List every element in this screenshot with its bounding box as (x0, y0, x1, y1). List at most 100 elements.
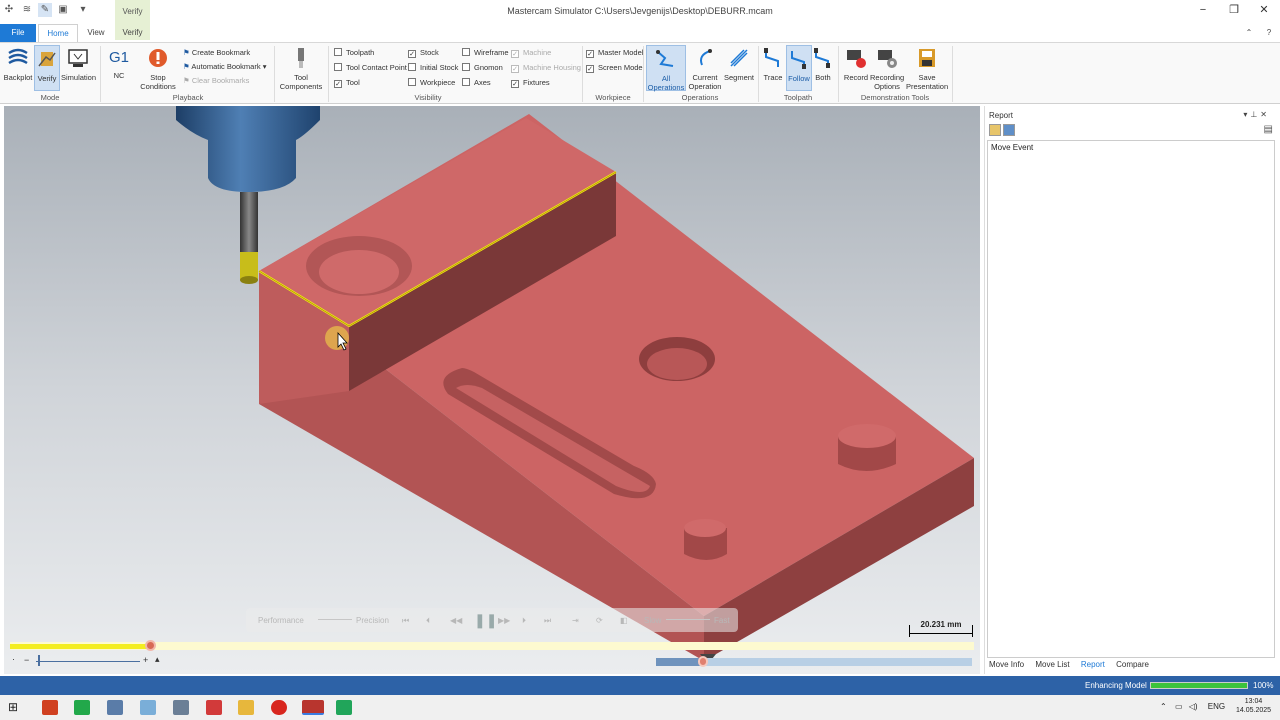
tab-move-info[interactable]: Move Info (989, 660, 1024, 669)
recording-options-button[interactable]: Recording Options (870, 47, 904, 91)
follow-icon (791, 51, 806, 69)
both-button[interactable]: Both (812, 47, 834, 82)
tab-view[interactable]: View (80, 24, 112, 42)
create-bookmark-button[interactable]: ⚑ Create Bookmark (183, 46, 250, 59)
zoom-thumb[interactable] (38, 655, 40, 666)
close-button[interactable]: ✕ (1249, 2, 1279, 18)
visibility-checkbox-tool[interactable]: ✓ Tool (334, 76, 360, 89)
language-indicator[interactable]: ENG (1208, 702, 1225, 711)
trace-button[interactable]: Trace (761, 47, 785, 82)
zoom-plus[interactable]: + (143, 655, 148, 665)
app-icon[interactable] (173, 700, 189, 715)
visibility-checkbox-initial-stock[interactable]: Initial Stock (408, 61, 458, 74)
master-model-checkbox[interactable]: ✓ Master Model (586, 46, 643, 59)
simulation-viewport[interactable]: Performance Precision ⏮ ⏴ ◀◀ ❚❚ ▶▶ ⏵ ⏭ ⇥… (4, 106, 980, 674)
zoom-out-icon[interactable]: · (12, 654, 15, 664)
current-operation-button[interactable]: Current Operation (687, 47, 723, 91)
tab-compare[interactable]: Compare (1116, 660, 1149, 669)
range-fill (656, 658, 704, 666)
play-back-icon[interactable]: ◀◀ (450, 616, 462, 625)
progress-thumb[interactable] (144, 640, 156, 651)
maximize-button[interactable]: ❐ (1219, 2, 1249, 18)
opera-icon[interactable] (271, 700, 287, 715)
tab-verify[interactable]: Verify (115, 24, 150, 42)
calculator-icon[interactable] (107, 700, 123, 715)
visibility-checkbox-gnomon[interactable]: Gnomon (462, 61, 503, 74)
minimize-button[interactable]: − (1188, 2, 1218, 18)
divider (100, 46, 101, 102)
play-icon[interactable]: ▶▶ (498, 616, 510, 625)
app-icon[interactable] (42, 700, 58, 715)
step-op-icon[interactable]: ⇥ (572, 616, 579, 625)
step-back-icon[interactable]: ⏴ (426, 616, 430, 626)
clock[interactable]: 13:04 14.05.2025 (1236, 697, 1271, 715)
visibility-checkbox-wireframe[interactable]: Wireframe (462, 46, 509, 59)
start-icon[interactable]: ⊞ (8, 700, 24, 715)
backplot-button[interactable]: Backplot (3, 47, 33, 82)
checkbox-check-icon (408, 78, 416, 86)
operation-range-bar[interactable] (656, 656, 972, 667)
step-forward-icon[interactable]: ⏵ (522, 616, 526, 626)
report-settings-icon[interactable]: ▤ (1264, 124, 1273, 135)
tab-report[interactable]: Report (1081, 660, 1105, 669)
visibility-checkbox-fixtures[interactable]: ✓ Fixtures (511, 76, 550, 89)
visibility-checkbox-stock[interactable]: ✓ Stock (408, 46, 439, 59)
panel-close-icon[interactable]: ✕ (1260, 110, 1270, 119)
go-end-icon[interactable]: ⏭ (544, 616, 551, 626)
visibility-checkbox-toolpath[interactable]: Toolpath (334, 46, 374, 59)
follow-label: Follow (788, 74, 810, 83)
pause-icon[interactable]: ❚❚ (474, 612, 497, 629)
volume-icon[interactable]: ◁) (1189, 702, 1198, 711)
visibility-checkbox-machine-housing[interactable]: ✓ Machine Housing (511, 61, 581, 74)
app-icon[interactable] (206, 700, 222, 715)
verify-mode-button[interactable]: Verify (34, 45, 60, 91)
collapse-ribbon-icon[interactable]: ⌃ (1242, 24, 1256, 42)
progress-fill (10, 644, 150, 649)
stop-conditions-button[interactable]: Stop Conditions (136, 47, 180, 91)
app-icon[interactable] (140, 700, 156, 715)
report-open-icon[interactable] (989, 124, 1001, 136)
segment-button[interactable]: Segment (722, 47, 756, 82)
current-operation-label: Current Operation (688, 73, 722, 91)
simulation-button[interactable]: Simulation (61, 47, 96, 82)
visibility-checkbox-axes[interactable]: Axes (462, 76, 491, 89)
nc-button[interactable]: G1 NC (105, 47, 133, 80)
precision-slider[interactable] (318, 619, 352, 620)
app-icon[interactable] (336, 700, 352, 715)
help-icon[interactable]: ? (1262, 24, 1276, 42)
clear-bookmarks-button[interactable]: ⚑ Clear Bookmarks (183, 74, 249, 87)
go-start-icon[interactable]: ⏮ (402, 616, 409, 626)
tab-home[interactable]: Home (38, 24, 78, 42)
screen-model-checkbox[interactable]: ✓ Screen Model (586, 61, 644, 74)
mastercam-icon[interactable] (302, 700, 324, 715)
stop-conditions-label: Stop Conditions (140, 73, 176, 91)
zoom-minus[interactable]: − (24, 655, 29, 665)
report-save-icon[interactable] (1003, 124, 1015, 136)
visibility-checkbox-workpiece[interactable]: Workpiece (408, 76, 455, 89)
network-icon[interactable]: ▭ (1175, 702, 1183, 711)
speed-slider[interactable] (666, 619, 710, 620)
visibility-checkbox-tool-contact-point[interactable]: Tool Contact Point (334, 61, 407, 74)
automatic-bookmark-button[interactable]: ⚑ Automatic Bookmark ▾ (183, 60, 266, 73)
zoom-slider[interactable]: · − + ▴ (12, 654, 172, 667)
tray-chevron-icon[interactable]: ⌃ (1160, 702, 1167, 711)
save-presentation-button[interactable]: Save Presentation (906, 47, 948, 91)
range-marker[interactable] (698, 656, 709, 667)
panel-controls[interactable]: ▾⊥✕ (1243, 110, 1270, 119)
tab-file[interactable]: File (0, 24, 36, 42)
progress-timeline[interactable] (10, 640, 974, 651)
file-explorer-icon[interactable] (238, 700, 254, 715)
zoom-in-icon[interactable]: ▴ (155, 654, 160, 665)
panel-pin-icon[interactable]: ⊥ (1250, 110, 1260, 119)
app-icon[interactable] (74, 700, 90, 715)
tab-move-list[interactable]: Move List (1035, 660, 1069, 669)
loop-icon[interactable]: ⟳ (596, 616, 603, 625)
record-button[interactable]: Record (842, 47, 870, 82)
visibility-checkbox-machine[interactable]: ✓ Machine (511, 46, 551, 59)
follow-button[interactable]: Follow (786, 45, 812, 91)
all-operations-button[interactable]: All Operations (646, 45, 686, 92)
report-panel: Report ▾⊥✕ ▤ Move Event Move Info Move L… (984, 106, 1276, 674)
stop-at-icon[interactable]: ◧ (620, 616, 628, 625)
tool-components-button[interactable]: Tool Components (278, 47, 324, 91)
ribbon: Backplot Verify Simulation Mode G1 NC St… (0, 42, 1280, 104)
